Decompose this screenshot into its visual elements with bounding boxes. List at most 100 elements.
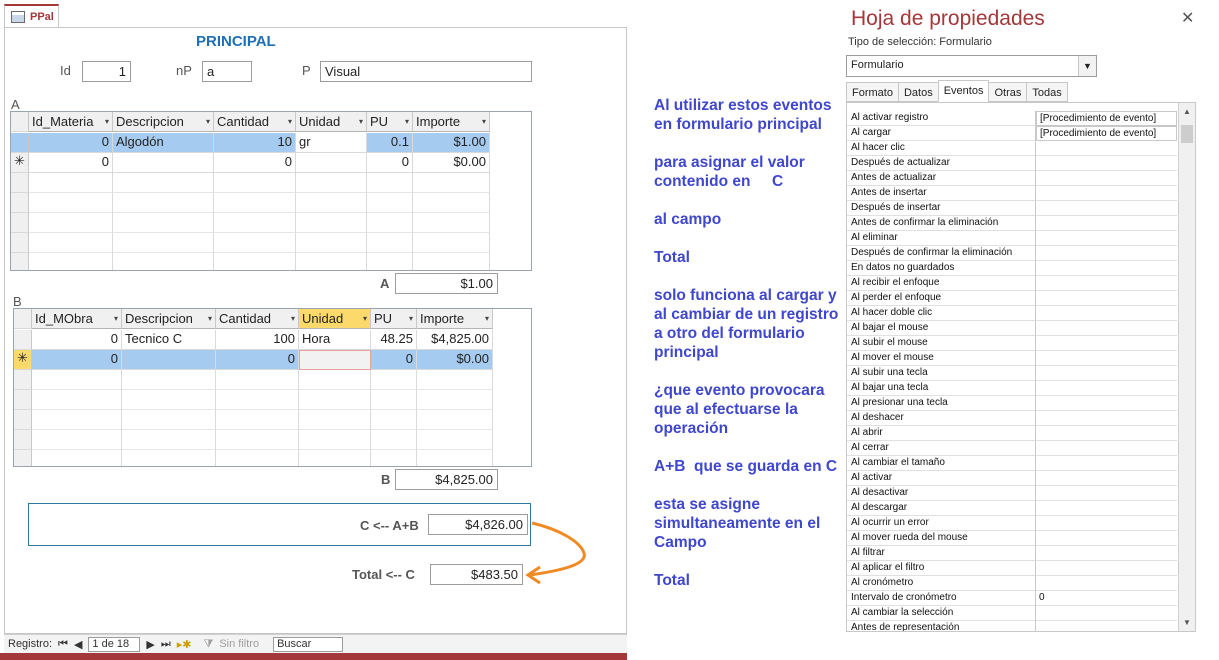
- scroll-down-icon[interactable]: ▼: [1183, 618, 1191, 627]
- sort-arrow-icon[interactable]: ▾: [363, 314, 367, 323]
- close-icon[interactable]: ✕: [1181, 8, 1194, 28]
- filter-label[interactable]: Sin filtro: [219, 638, 259, 650]
- total-field[interactable]: $483.50: [430, 564, 523, 585]
- sort-arrow-icon[interactable]: ▾: [114, 314, 118, 323]
- property-row[interactable]: Antes de confirmar la eliminación: [847, 216, 1179, 231]
- property-row[interactable]: Al hacer clic: [847, 141, 1179, 156]
- property-row[interactable]: Al cambiar la selección: [847, 606, 1179, 621]
- property-row[interactable]: Antes de insertar: [847, 186, 1179, 201]
- selection-combo[interactable]: Formulario ▼: [846, 55, 1097, 77]
- subform-a-datasheet[interactable]: Id_Materia ▾ Descripcion ▾ Cantidad ▾ Unida…: [10, 111, 532, 271]
- column-header-unidad[interactable]: Unidad ▾: [296, 112, 367, 132]
- property-row[interactable]: Al cronómetro: [847, 576, 1179, 591]
- id-field[interactable]: 1: [82, 61, 131, 82]
- column-header-id-materia[interactable]: Id_Materia ▾: [29, 112, 113, 132]
- property-value[interactable]: [1036, 381, 1177, 396]
- property-value[interactable]: [1036, 366, 1177, 381]
- property-value[interactable]: [1036, 306, 1177, 321]
- property-value[interactable]: [1036, 396, 1177, 411]
- first-record-icon[interactable]: ⏮: [58, 638, 68, 651]
- new-record-row[interactable]: ✳ 0 0 0 $0.00: [11, 153, 490, 173]
- cell-importe[interactable]: $0.00: [417, 350, 493, 370]
- property-row[interactable]: Al ocurrir un error: [847, 516, 1179, 531]
- property-value[interactable]: [1036, 441, 1177, 456]
- property-row[interactable]: Al activar: [847, 471, 1179, 486]
- property-value[interactable]: [1036, 516, 1177, 531]
- property-value[interactable]: [1036, 336, 1177, 351]
- cell-pu[interactable]: 0.1: [367, 133, 413, 153]
- cell-id[interactable]: 0: [32, 330, 122, 350]
- column-header-pu[interactable]: PU ▾: [371, 309, 417, 329]
- sort-arrow-icon[interactable]: ▾: [409, 314, 413, 323]
- column-header-unidad[interactable]: Unidad ▾: [299, 309, 371, 329]
- column-header-importe[interactable]: Importe ▾: [417, 309, 493, 329]
- scroll-thumb[interactable]: [1181, 125, 1193, 143]
- column-header-descripcion[interactable]: Descripcion ▾: [113, 112, 214, 132]
- property-value[interactable]: [1036, 621, 1177, 631]
- property-row[interactable]: En datos no guardados: [847, 261, 1179, 276]
- property-value[interactable]: [1036, 531, 1177, 546]
- property-row[interactable]: Al cerrar: [847, 441, 1179, 456]
- property-value[interactable]: [1036, 171, 1177, 186]
- property-row[interactable]: Al presionar una tecla: [847, 396, 1179, 411]
- property-row[interactable]: Al aplicar el filtro: [847, 561, 1179, 576]
- property-row[interactable]: Al recibir el enfoque: [847, 276, 1179, 291]
- record-position-field[interactable]: 1 de 18: [88, 636, 141, 652]
- sort-arrow-icon[interactable]: ▾: [208, 314, 212, 323]
- sort-arrow-icon[interactable]: ▾: [206, 117, 210, 126]
- chevron-down-icon[interactable]: ▼: [1078, 56, 1096, 76]
- np-field[interactable]: a: [202, 61, 252, 82]
- column-header-cantidad[interactable]: Cantidad ▾: [216, 309, 299, 329]
- select-all-corner[interactable]: [14, 309, 32, 329]
- property-scrollbar[interactable]: ▲ ▼: [1178, 103, 1195, 631]
- cell-unidad[interactable]: gr: [296, 133, 367, 153]
- property-row[interactable]: Al filtrar: [847, 546, 1179, 561]
- cell-unidad[interactable]: [296, 153, 367, 173]
- cell-importe[interactable]: $1.00: [413, 133, 490, 153]
- new-record-row[interactable]: ✳ 0 0 0 $0.00: [14, 350, 493, 370]
- property-value[interactable]: [1036, 426, 1177, 441]
- column-header-pu[interactable]: PU ▾: [367, 112, 413, 132]
- cell-cantidad[interactable]: 100: [216, 330, 299, 350]
- property-value[interactable]: [1036, 486, 1177, 501]
- property-value[interactable]: [Procedimiento de evento]: [1036, 111, 1177, 126]
- property-value[interactable]: [1036, 201, 1177, 216]
- cell-pu[interactable]: 48.25: [371, 330, 417, 350]
- cell-descripcion[interactable]: Tecnico C: [122, 330, 216, 350]
- property-value[interactable]: [1036, 606, 1177, 621]
- property-value[interactable]: [Procedimiento de evento]: [1036, 126, 1177, 141]
- row-selector[interactable]: [11, 133, 29, 153]
- property-value[interactable]: [1036, 321, 1177, 336]
- last-record-icon[interactable]: ⏭: [161, 638, 171, 651]
- column-header-cantidad[interactable]: Cantidad ▾: [214, 112, 296, 132]
- property-row[interactable]: Antes de representación: [847, 621, 1179, 631]
- sort-arrow-icon[interactable]: ▾: [485, 314, 489, 323]
- sort-arrow-icon[interactable]: ▾: [105, 117, 109, 126]
- column-header-importe[interactable]: Importe ▾: [413, 112, 490, 132]
- property-value[interactable]: 0: [1036, 591, 1177, 606]
- property-row[interactable]: Intervalo de cronómetro 0: [847, 591, 1179, 606]
- property-row[interactable]: Antes de actualizar: [847, 171, 1179, 186]
- previous-record-icon[interactable]: ◀: [74, 638, 82, 651]
- property-value[interactable]: [1036, 261, 1177, 276]
- table-row[interactable]: 0 Tecnico C 100 Hora 48.25 $4,825.00: [14, 330, 493, 350]
- cell-cantidad[interactable]: 0: [216, 350, 299, 370]
- cell-cantidad[interactable]: 10: [214, 133, 296, 153]
- cell-descripcion[interactable]: Algodón: [113, 133, 214, 153]
- property-row[interactable]: Al perder el enfoque: [847, 291, 1179, 306]
- subform-b-datasheet[interactable]: Id_MObra ▾ Descripcion ▾ Cantidad ▾ Unidad ▾…: [13, 308, 532, 467]
- cell-importe[interactable]: $0.00: [413, 153, 490, 173]
- sort-arrow-icon[interactable]: ▾: [288, 117, 292, 126]
- form-tab-ppal[interactable]: PPal: [4, 4, 59, 28]
- property-value[interactable]: [1036, 456, 1177, 471]
- property-row[interactable]: Al desactivar: [847, 486, 1179, 501]
- tab-datos[interactable]: Datos: [897, 82, 939, 102]
- property-value[interactable]: [1036, 276, 1177, 291]
- table-row[interactable]: 0 Algodón 10 gr 0.1 $1.00: [11, 133, 490, 153]
- property-value[interactable]: [1036, 291, 1177, 306]
- tab-otras[interactable]: Otras: [988, 82, 1028, 102]
- property-row[interactable]: Al deshacer: [847, 411, 1179, 426]
- sort-arrow-icon[interactable]: ▾: [359, 117, 363, 126]
- total-a-field[interactable]: $1.00: [395, 273, 498, 294]
- property-value[interactable]: [1036, 471, 1177, 486]
